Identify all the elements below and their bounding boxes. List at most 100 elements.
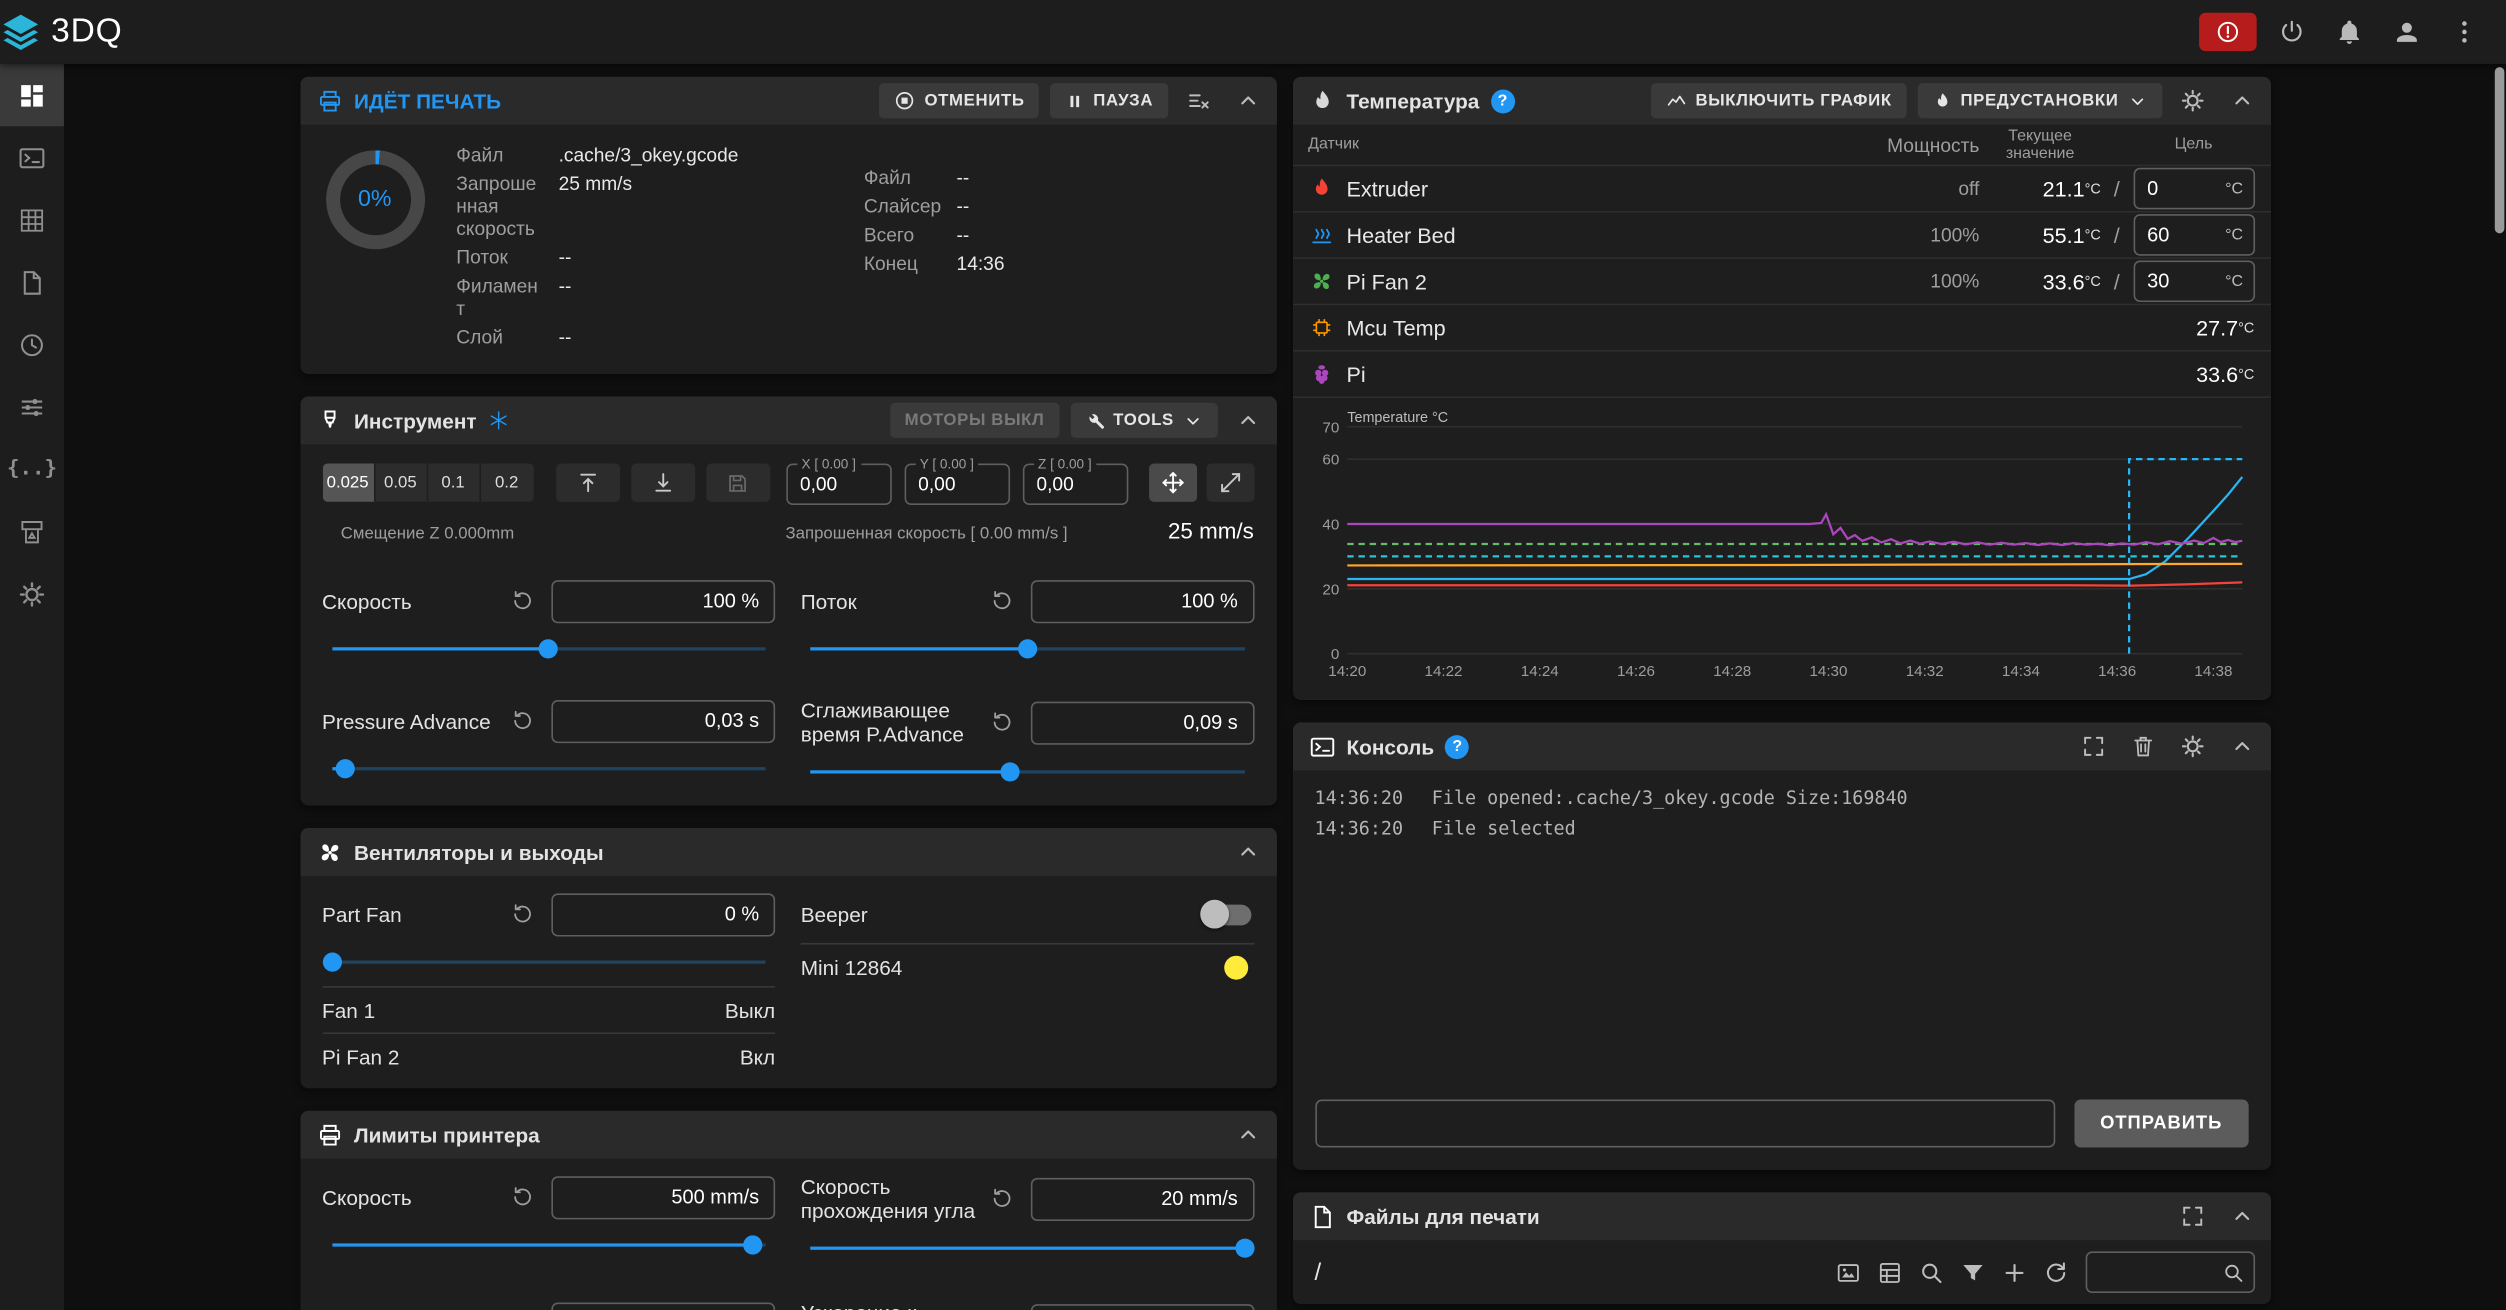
help-icon[interactable]: ?: [1445, 734, 1469, 758]
reset-scv-button[interactable]: [985, 1183, 1017, 1215]
emergency-stop-button[interactable]: [2199, 13, 2257, 51]
collapse-panel-button[interactable]: [2222, 82, 2260, 120]
flow-factor-slider[interactable]: [801, 638, 1254, 660]
reset-flow-button[interactable]: [985, 585, 1017, 617]
z-step-0025[interactable]: 0.025: [322, 463, 375, 501]
collapse-panel-button[interactable]: [2222, 727, 2260, 765]
position-z-input[interactable]: [1024, 473, 1126, 495]
position-x-input[interactable]: [787, 473, 889, 495]
limit-decel-input[interactable]: [1030, 1303, 1254, 1310]
extruder-target-input[interactable]: [2134, 177, 2218, 199]
heater-bed-target-input[interactable]: [2134, 224, 2218, 246]
pi-fan2-target-input[interactable]: [2134, 270, 2218, 292]
limit-scv-input[interactable]: [1030, 1177, 1254, 1220]
flow-factor-input[interactable]: [1030, 579, 1254, 622]
z-offset-save-button[interactable]: [706, 463, 770, 501]
pressure-advance-input[interactable]: [551, 699, 775, 742]
files-add-button[interactable]: [1995, 1253, 2033, 1291]
slider-thumb[interactable]: [322, 953, 341, 972]
thumbnails-toggle-button[interactable]: [1829, 1253, 1867, 1291]
beeper-toggle[interactable]: [1203, 904, 1251, 925]
sidebar-item-history[interactable]: [0, 313, 64, 375]
reset-smooth-time-button[interactable]: [985, 706, 1017, 738]
collapse-panel-button[interactable]: [1228, 833, 1266, 871]
position-y-input[interactable]: [905, 473, 1007, 495]
pause-print-button[interactable]: ПАУЗА: [1050, 83, 1167, 118]
z-step-005[interactable]: 0.05: [375, 463, 428, 501]
sidebar-item-tune[interactable]: [0, 376, 64, 438]
temp-row-heater-bed[interactable]: Heater Bed 100% 55.1°C / °C: [1292, 213, 2270, 259]
slider-thumb[interactable]: [743, 1235, 762, 1254]
list-view-button[interactable]: [1871, 1253, 1909, 1291]
svg-text:14:20: 14:20: [1327, 663, 1365, 680]
move-diagonal-toggle-button[interactable]: [1206, 463, 1254, 501]
files-filter-button[interactable]: [1954, 1253, 1992, 1291]
sidebar-item-settings[interactable]: [0, 563, 64, 625]
reset-pa-button[interactable]: [507, 705, 539, 737]
motors-off-button[interactable]: МОТОРЫ ВЫКЛ: [890, 403, 1059, 438]
smooth-time-slider[interactable]: [801, 761, 1254, 783]
tools-dropdown-button[interactable]: TOOLS: [1070, 403, 1217, 438]
help-icon[interactable]: ?: [1491, 89, 1515, 113]
limit-accel-input[interactable]: [551, 1302, 775, 1310]
speed-factor-input[interactable]: [551, 579, 775, 622]
temp-row-pi-fan2[interactable]: Pi Fan 2 100% 33.6°C / °C: [1292, 259, 2270, 305]
collapse-panel-button[interactable]: [1228, 401, 1266, 439]
collapse-panel-button[interactable]: [2222, 1197, 2260, 1235]
files-fullscreen-button[interactable]: [2173, 1197, 2211, 1235]
cancel-print-button[interactable]: ОТМЕНИТЬ: [880, 83, 1039, 118]
sidebar-item-heightmap[interactable]: [0, 189, 64, 251]
slider-thumb[interactable]: [1000, 762, 1019, 781]
smooth-time-input[interactable]: [1030, 701, 1254, 744]
print-progress-ring: 0%: [325, 150, 424, 249]
files-refresh-button[interactable]: [2037, 1253, 2075, 1291]
neopixel-color-dot[interactable]: [1223, 956, 1247, 980]
collapse-panel-button[interactable]: [1228, 82, 1266, 120]
reset-part-fan-button[interactable]: [507, 898, 539, 930]
slider-thumb[interactable]: [1018, 639, 1037, 658]
power-button[interactable]: [2269, 10, 2314, 55]
reset-speed-button[interactable]: [507, 585, 539, 617]
reset-velocity-button[interactable]: [507, 1181, 539, 1213]
z-offset-up-button[interactable]: [555, 463, 619, 501]
z-step-02[interactable]: 0.2: [480, 463, 533, 501]
move-cross-toggle-button[interactable]: [1148, 463, 1196, 501]
pressure-advance-slider[interactable]: [322, 758, 775, 780]
account-button[interactable]: [2385, 10, 2430, 55]
toggle-chart-button[interactable]: ВЫКЛЮЧИТЬ ГРАФИК: [1651, 83, 1906, 118]
presets-dropdown-button[interactable]: ПРЕДУСТАНОВКИ: [1917, 83, 2161, 118]
scrollbar-thumb[interactable]: [2495, 67, 2505, 233]
z-step-01[interactable]: 0.1: [428, 463, 481, 501]
console-fullscreen-button[interactable]: [2074, 727, 2112, 765]
part-fan-slider[interactable]: [322, 951, 775, 973]
temp-row-pi: Pi 33.6°C: [1292, 352, 2270, 398]
current-path[interactable]: /: [1315, 1259, 1322, 1286]
slider-thumb[interactable]: [539, 639, 558, 658]
sidebar-item-printer[interactable]: [0, 500, 64, 562]
sidebar-item-gcode-files[interactable]: [0, 251, 64, 313]
limit-scv-slider[interactable]: [801, 1237, 1254, 1259]
sidebar-item-machine[interactable]: {..}: [0, 438, 64, 500]
limit-velocity-slider[interactable]: [322, 1234, 775, 1256]
detail-row: Слайсер--: [864, 195, 1248, 217]
console-send-button[interactable]: ОТПРАВИТЬ: [2075, 1100, 2248, 1148]
collapse-panel-button[interactable]: [1228, 1116, 1266, 1154]
temp-row-extruder[interactable]: Extruder off 21.1°C / °C: [1292, 166, 2270, 212]
menu-button[interactable]: [2442, 10, 2487, 55]
files-search-input[interactable]: [2086, 1261, 2220, 1283]
sidebar-item-dashboard[interactable]: [0, 64, 64, 126]
console-command-input[interactable]: [1315, 1100, 2056, 1148]
slider-thumb[interactable]: [335, 759, 354, 778]
slider-thumb[interactable]: [1235, 1239, 1254, 1258]
speed-factor-slider[interactable]: [322, 638, 775, 660]
z-offset-down-button[interactable]: [630, 463, 694, 501]
temperature-settings-button[interactable]: [2173, 82, 2211, 120]
exclude-object-button[interactable]: [1179, 82, 1217, 120]
notifications-button[interactable]: [2327, 10, 2372, 55]
console-clear-button[interactable]: [2123, 727, 2161, 765]
sidebar-item-console[interactable]: [0, 126, 64, 188]
part-fan-input[interactable]: [551, 893, 775, 936]
limit-velocity-input[interactable]: [551, 1175, 775, 1218]
console-settings-button[interactable]: [2173, 727, 2211, 765]
files-search-button[interactable]: [1912, 1253, 1950, 1291]
